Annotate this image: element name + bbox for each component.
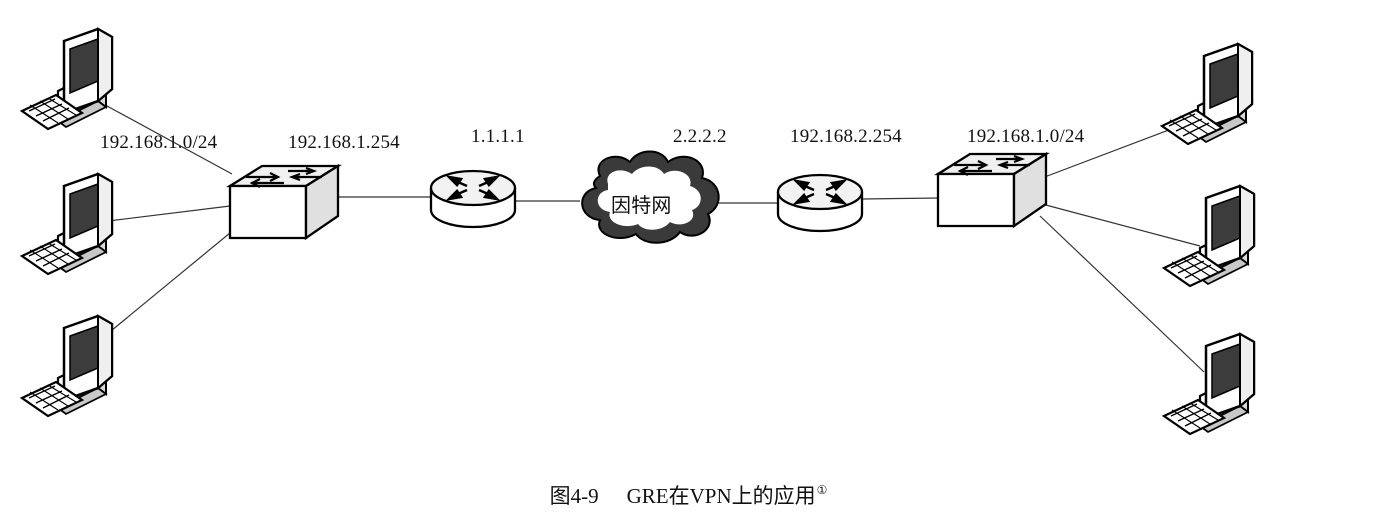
right-pc-1-icon bbox=[1160, 42, 1254, 146]
right-subnet-label: 192.168.1.0/24 bbox=[967, 126, 1085, 147]
left-router-ip-label: 1.1.1.1 bbox=[471, 126, 525, 147]
figure-caption: 图4-9 GRE在VPN上的应用① bbox=[0, 480, 1377, 510]
right-gateway-label: 192.168.2.254 bbox=[790, 126, 902, 147]
right-router-icon bbox=[776, 173, 864, 233]
left-pc-3-icon bbox=[20, 314, 114, 418]
left-switch-icon bbox=[228, 164, 340, 240]
left-gateway-label: 192.168.1.254 bbox=[288, 132, 400, 153]
left-pc-1-icon bbox=[20, 27, 114, 131]
footnote-marker: ① bbox=[816, 483, 828, 497]
right-pc-2-icon bbox=[1162, 184, 1256, 288]
figure-number: 图4-9 bbox=[549, 484, 599, 508]
internet-label: 因特网 bbox=[611, 195, 672, 217]
left-router-icon bbox=[429, 169, 517, 229]
left-subnet-label: 192.168.1.0/24 bbox=[100, 132, 218, 153]
right-router-ip-label: 2.2.2.2 bbox=[673, 126, 727, 147]
left-pc-2-icon bbox=[20, 172, 114, 276]
figure-title: GRE在VPN上的应用 bbox=[626, 484, 816, 508]
network-diagram bbox=[20, 27, 1256, 436]
right-pc-3-icon bbox=[1162, 332, 1256, 436]
right-switch-icon bbox=[936, 152, 1048, 228]
